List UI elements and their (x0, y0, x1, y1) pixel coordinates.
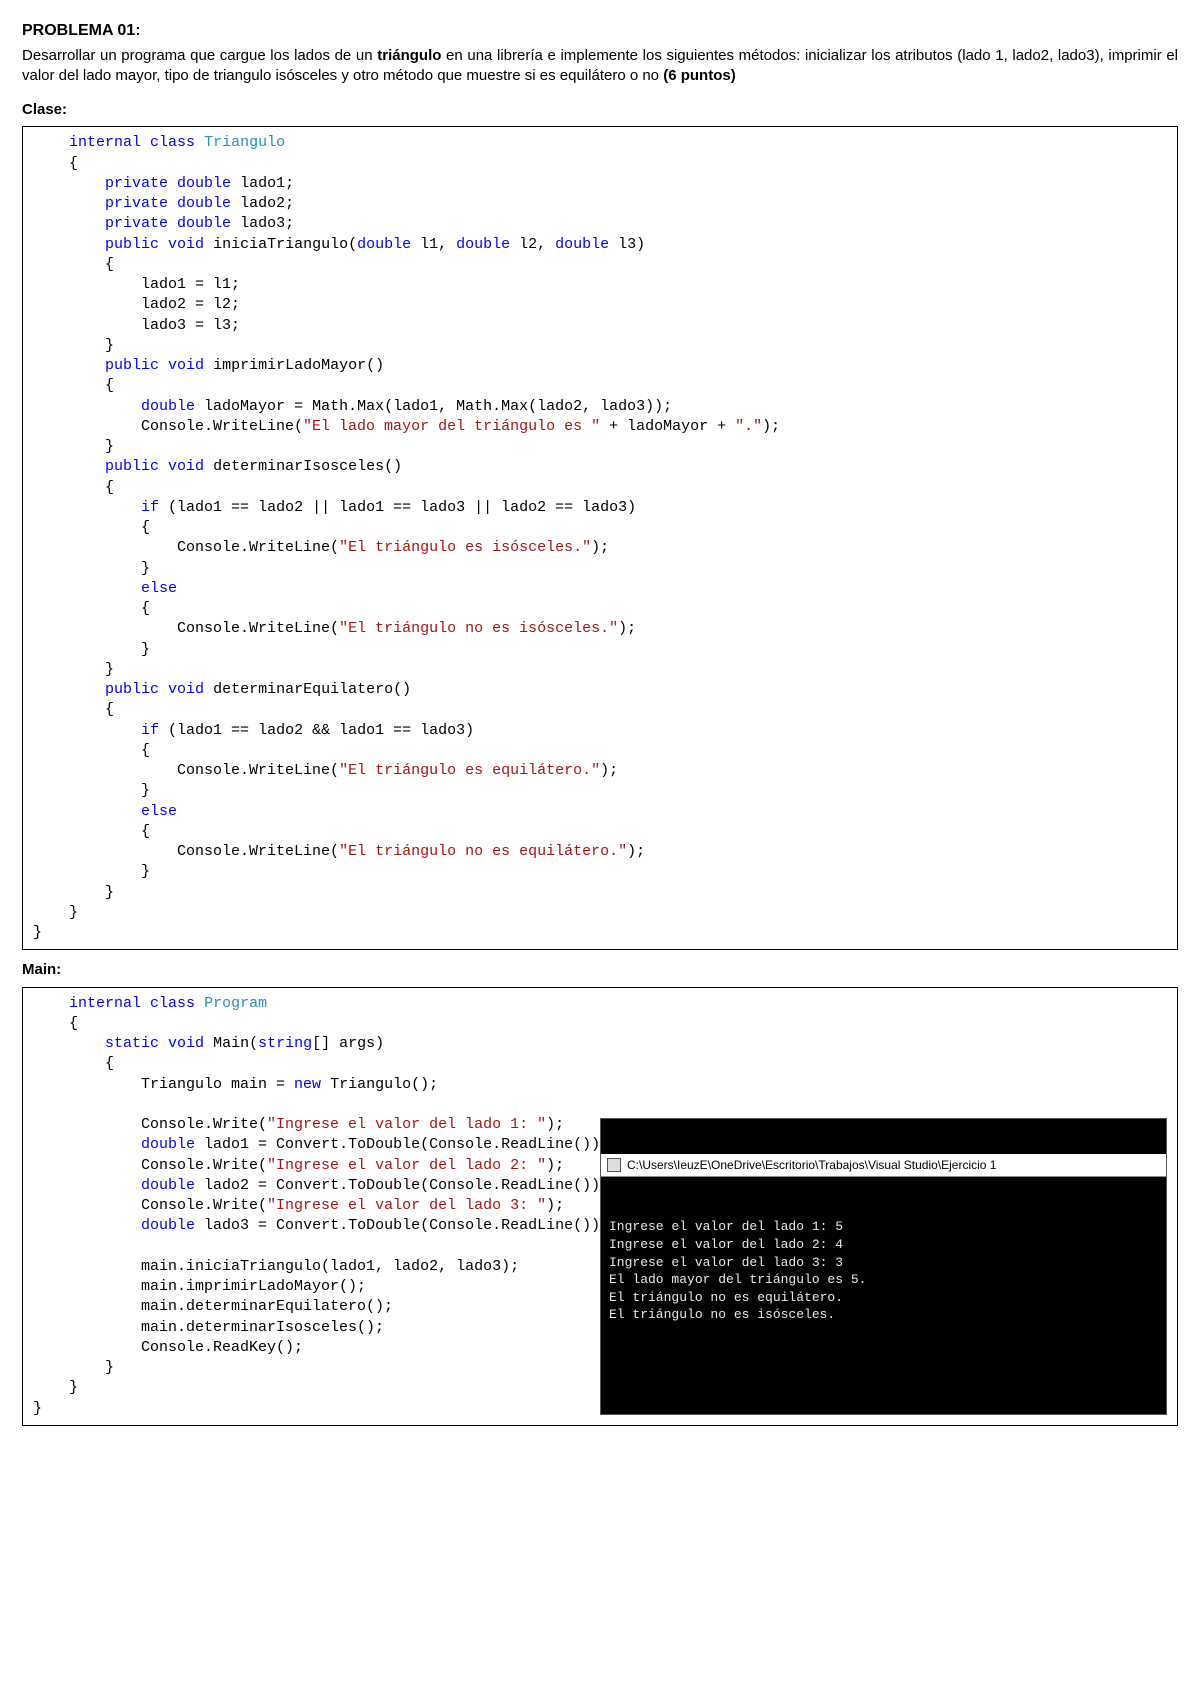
console-window: C:\Users\IeuzE\OneDrive\Escritorio\Traba… (600, 1118, 1167, 1415)
section-label-clase: Clase: (22, 100, 1178, 120)
section-label-main: Main: (22, 960, 1178, 980)
problem-description: Desarrollar un programa que cargue los l… (22, 46, 1178, 87)
console-title-text: C:\Users\IeuzE\OneDrive\Escritorio\Traba… (627, 1157, 996, 1173)
console-icon (607, 1158, 621, 1172)
problem-title: PROBLEMA 01: (22, 20, 1178, 42)
code-block-main: internal class Program { static void Mai… (22, 987, 1178, 1426)
code-block-clase: internal class Triangulo { private doubl… (22, 126, 1178, 950)
console-output: Ingrese el valor del lado 1: 5 Ingrese e… (601, 1212, 1166, 1378)
console-titlebar: C:\Users\IeuzE\OneDrive\Escritorio\Traba… (601, 1154, 1166, 1177)
